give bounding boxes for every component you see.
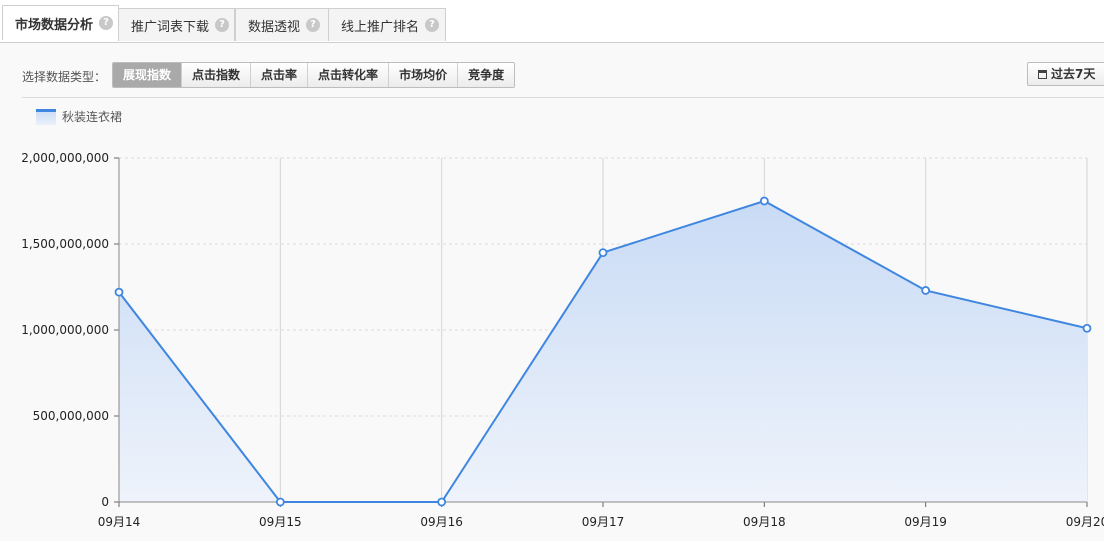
- y-tick-label: 0: [101, 495, 109, 509]
- data-point: [437, 497, 447, 507]
- data-point: [759, 196, 769, 206]
- x-tick-label: 09月18: [743, 515, 786, 529]
- x-tick-label: 09月19: [904, 515, 947, 529]
- data-point: [921, 286, 931, 295]
- y-tick-label: 2,000,000,000: [21, 151, 109, 165]
- area-chart: 0 500,000,000 1,000,000,000 1,500,000,000 2,…: [21, 151, 1104, 529]
- x-tick-label: 09月16: [420, 515, 463, 529]
- y-tick-label: 1,000,000,000: [21, 323, 109, 337]
- data-point: [1082, 323, 1092, 333]
- data-point: [598, 248, 608, 258]
- y-tick-label: 1,500,000,000: [21, 237, 109, 251]
- data-point: [114, 287, 124, 297]
- x-tick-label: 09月17: [582, 515, 625, 529]
- data-point: [275, 497, 285, 507]
- y-tick-label: 500,000,000: [33, 409, 109, 423]
- x-tick-label: 09月20: [1066, 515, 1104, 529]
- x-tick-label: 09月14: [98, 515, 141, 529]
- x-tick-label: 09月15: [259, 515, 302, 529]
